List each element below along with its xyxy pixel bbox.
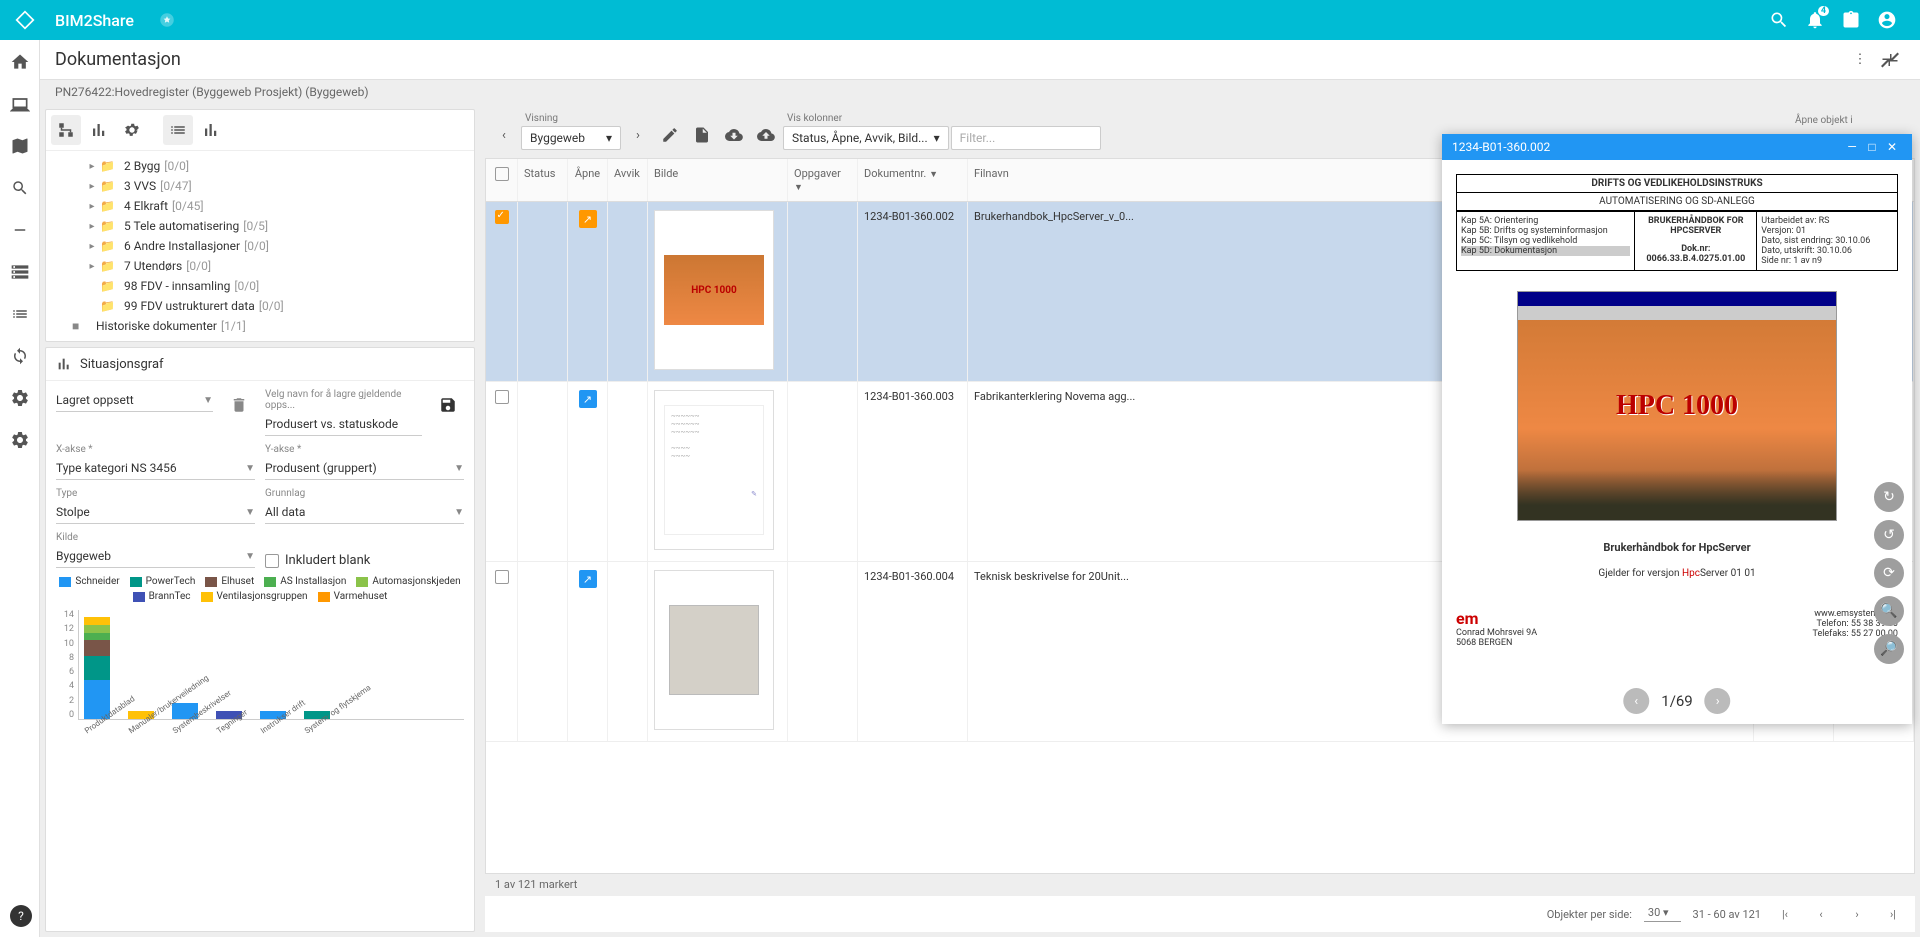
search-icon[interactable]	[1761, 2, 1797, 38]
rail-settings2-icon[interactable]	[8, 428, 32, 452]
pager-first-icon[interactable]: |‹	[1773, 902, 1797, 926]
pager-last-icon[interactable]: ›|	[1881, 902, 1905, 926]
col-doknr[interactable]: Dokumentnr. ▼	[858, 159, 968, 201]
edit-icon[interactable]	[655, 120, 685, 150]
rotate-cw-icon[interactable]: ↻	[1874, 482, 1904, 512]
col-avvik[interactable]: Avvik	[608, 159, 648, 201]
preview-image: HPC 1000	[1517, 291, 1837, 521]
page-title: Dokumentasjon	[55, 49, 1845, 70]
rail-settings-icon[interactable]	[8, 386, 32, 410]
modal-max-icon[interactable]: □	[1862, 140, 1882, 154]
pager-per-label: Objekter per side:	[1547, 908, 1632, 921]
col-bilde[interactable]: Bilde	[648, 159, 788, 201]
favorite-icon[interactable]	[149, 2, 185, 38]
notifications-icon[interactable]: 4	[1797, 2, 1833, 38]
breadcrumb: PN276422:Hovedregister (Byggeweb Prosjek…	[40, 80, 1920, 104]
row-checkbox[interactable]	[495, 390, 509, 404]
open-icon[interactable]: ↗	[579, 570, 597, 588]
rail-home-icon[interactable]	[8, 50, 32, 74]
account-icon[interactable]	[1869, 2, 1905, 38]
grunnlag-select[interactable]: All data▼	[265, 501, 464, 524]
row-checkbox[interactable]	[495, 210, 509, 224]
col-apne[interactable]: Åpne	[568, 159, 608, 201]
tree-item[interactable]: ■Historiske dokumenter[1/1]	[46, 316, 474, 336]
bar-column	[84, 617, 110, 719]
saved-layout-select[interactable]: Lagret oppsett▼	[56, 389, 213, 412]
xakse-select[interactable]: Type kategori NS 3456▼	[56, 457, 255, 480]
name-hint-label: Velg navn for å lagre gjeldende opps...	[265, 389, 422, 411]
rail-laptop-icon[interactable]	[8, 92, 32, 116]
pager-per-select[interactable]: 30 ▾	[1644, 906, 1681, 922]
rail-search-icon[interactable]	[8, 176, 32, 200]
preview-modal: 1234-B01-360.002 — □ ✕ DRIFTS OG VEDLIKE…	[1442, 134, 1912, 724]
modal-title: 1234-B01-360.002	[1452, 140, 1550, 154]
layout-name-input[interactable]: Produsert vs. statuskode	[265, 413, 422, 436]
modal-close-icon[interactable]: ✕	[1882, 140, 1902, 154]
folder-tree: ▸📁2 Bygg[0/0]▸📁3 VVS[0/47]▸📁4 Elkraft[0/…	[46, 151, 474, 341]
rail-map-icon[interactable]	[8, 134, 32, 158]
type-select[interactable]: Stolpe▼	[56, 501, 255, 524]
nav-fwd-icon[interactable]: ›	[623, 120, 653, 150]
zoom-out-icon[interactable]: 🔎	[1874, 634, 1904, 664]
tree-item[interactable]: ▸📁5 Tele automatisering[0/5]	[46, 216, 474, 236]
select-all-checkbox[interactable]	[495, 167, 509, 181]
file-icon[interactable]	[687, 120, 717, 150]
tree-item[interactable]: ▸📁2 Bygg[0/0]	[46, 156, 474, 176]
nav-back-icon[interactable]: ‹	[489, 120, 519, 150]
kilde-select[interactable]: Byggeweb▼	[56, 545, 255, 568]
inkludert-label: Inkludert blank	[285, 553, 370, 568]
modal-page: 1/69	[1661, 692, 1692, 710]
rail-loop-icon[interactable]	[8, 344, 32, 368]
view-chart-icon[interactable]	[196, 115, 226, 145]
view-list-icon[interactable]	[163, 115, 193, 145]
row-checkbox[interactable]	[495, 570, 509, 584]
modal-next-icon[interactable]: ›	[1705, 688, 1731, 714]
selection-status: 1 av 121 markert	[485, 874, 1915, 895]
pager-range: 31 - 60 av 121	[1693, 908, 1761, 921]
rail-list-icon[interactable]	[8, 302, 32, 326]
pager-next-icon[interactable]: ›	[1845, 902, 1869, 926]
tree-item[interactable]: 📁99 FDV ustrukturert data[0/0]	[46, 296, 474, 316]
tree-item[interactable]: ▸📁7 Utendørs[0/0]	[46, 256, 474, 276]
col-oppgaver[interactable]: Oppgaver ▼	[788, 159, 858, 201]
rail-storage-icon[interactable]	[8, 260, 32, 284]
page-more-icon[interactable]: ⋮	[1845, 45, 1875, 75]
tree-item[interactable]: 📁98 FDV - innsamling[0/0]	[46, 276, 474, 296]
visning-select[interactable]: Byggeweb▾	[521, 126, 621, 150]
modal-min-icon[interactable]: —	[1842, 140, 1862, 154]
clipboard-icon[interactable]	[1833, 2, 1869, 38]
app-logo-icon	[15, 10, 35, 30]
viskolonner-select[interactable]: Status, Åpne, Avvik, Bild...▾	[783, 126, 949, 150]
col-status[interactable]: Status	[518, 159, 568, 201]
rotate-ccw-icon[interactable]: ↺	[1874, 520, 1904, 550]
bar-chart-icon	[56, 356, 72, 372]
tree-item[interactable]: ▸📁4 Elkraft[0/45]	[46, 196, 474, 216]
pager-prev-icon[interactable]: ‹	[1809, 902, 1833, 926]
graf-title: Situasjonsgraf	[80, 357, 164, 372]
inkludert-checkbox[interactable]	[265, 554, 279, 568]
open-icon[interactable]: ↗	[579, 210, 597, 228]
view-stats-icon[interactable]	[84, 115, 114, 145]
cloud-up-icon[interactable]	[751, 120, 781, 150]
page-collapse-icon[interactable]	[1875, 45, 1905, 75]
chart-legend: SchneiderPowerTechElhusetAS Installasjon…	[56, 576, 464, 602]
zoom-in-icon[interactable]: 🔍	[1874, 596, 1904, 626]
yakse-select[interactable]: Produsent (gruppert)▼	[265, 457, 464, 480]
rail-minus-icon[interactable]	[8, 218, 32, 242]
filter-input[interactable]: Filter...	[951, 126, 1101, 150]
tree-item[interactable]: ▸📁6 Andre Installasjoner[0/0]	[46, 236, 474, 256]
refresh-icon[interactable]: ⟳	[1874, 558, 1904, 588]
bar-chart: 14121086420 ProduktdatabladManualer/bruk…	[56, 610, 464, 760]
left-rail	[0, 40, 40, 937]
view-hierarchy-icon[interactable]	[51, 115, 81, 145]
cloud-down-icon[interactable]	[719, 120, 749, 150]
help-icon[interactable]: ?	[10, 905, 32, 927]
modal-prev-icon[interactable]: ‹	[1623, 688, 1649, 714]
open-icon[interactable]: ↗	[579, 390, 597, 408]
save-icon[interactable]	[432, 389, 464, 421]
view-settings-icon[interactable]	[117, 115, 147, 145]
delete-icon[interactable]	[223, 389, 255, 421]
brand-name: BIM2Share	[55, 11, 134, 30]
tree-item[interactable]: ▸📁3 VVS[0/47]	[46, 176, 474, 196]
